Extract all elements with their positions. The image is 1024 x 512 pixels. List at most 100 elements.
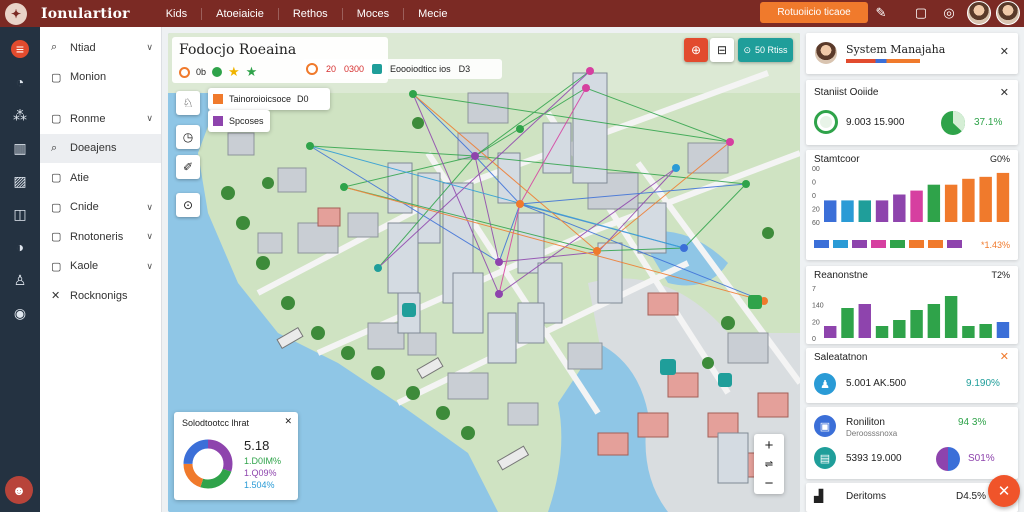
- bar: [962, 178, 975, 222]
- donut-value: 5.18: [244, 438, 270, 453]
- donut-line: 1.504%: [244, 480, 275, 490]
- top-nav-item[interactable]: Mecie: [403, 7, 461, 20]
- book-icon[interactable]: ▥: [11, 139, 29, 157]
- legend-swatch: [833, 240, 848, 248]
- calendar-icon: ▣: [814, 415, 836, 437]
- layers-icon[interactable]: ⊙: [176, 193, 200, 217]
- sidebar-item-ronme[interactable]: ▢ Ronme ∨: [40, 104, 161, 134]
- bar: [858, 304, 871, 338]
- compass-icon[interactable]: ◔: [11, 73, 29, 91]
- megaphone-icon[interactable]: ✎: [872, 4, 890, 22]
- legend-swatch: [871, 240, 886, 248]
- legend-value: D0: [297, 94, 309, 104]
- compass-logo-icon[interactable]: ✦: [5, 2, 27, 25]
- avatar: [814, 41, 838, 65]
- top-nav-item[interactable]: Moces: [341, 7, 403, 20]
- tool-icon[interactable]: ⇌: [765, 459, 773, 470]
- map-toolbar-button[interactable]: ⊙ 50 Rtiss: [738, 38, 793, 62]
- compass-icon[interactable]: ◷: [176, 125, 200, 149]
- bar: [996, 172, 1010, 222]
- star-icon: ★: [245, 64, 258, 79]
- sidebar-item-label: Atie: [70, 171, 89, 184]
- chat-icon[interactable]: ◎: [940, 4, 958, 22]
- legend-item[interactable]: Tainoroioicsoce D0: [208, 88, 330, 110]
- status-title: Staniist Ooiide: [814, 87, 879, 98]
- legend-swatch: [852, 240, 867, 248]
- bottom-title: Deritoms: [846, 491, 887, 502]
- sidebar-item-monion[interactable]: ▢ Monion: [40, 63, 161, 93]
- square-icon[interactable]: ▢: [912, 4, 930, 22]
- refresh-fab-button[interactable]: ✕: [988, 475, 1020, 507]
- close-icon[interactable]: ✕: [1000, 45, 1009, 58]
- legend-label: Spcoses: [229, 116, 264, 126]
- zoom-out-button[interactable]: −: [765, 475, 774, 492]
- legend-label: Tainoroioicsoce: [229, 94, 292, 104]
- network-icon[interactable]: ⁂: [11, 106, 29, 124]
- top-bar: ✦ Ionulartior Kids Atoeiaicie Rethos Moc…: [0, 0, 1024, 27]
- stat-value: 0b: [196, 67, 207, 77]
- avatar[interactable]: [967, 1, 991, 25]
- y-tick-label: 0: [812, 180, 816, 187]
- bar: [875, 326, 889, 338]
- donut-title: Solodtootcc lhrat: [182, 418, 250, 428]
- bar: [944, 296, 958, 338]
- sidebar-item-cnide[interactable]: ▢ Cnide ∨: [40, 193, 161, 223]
- ring-icon: [814, 110, 838, 134]
- y-tick-label: 0: [812, 193, 816, 200]
- close-icon: ✕: [51, 290, 61, 303]
- sidebar-item-ntiad[interactable]: ⌕ Ntiad ∨: [40, 33, 161, 63]
- bar: [962, 326, 975, 338]
- user-icon[interactable]: ♙: [11, 271, 29, 289]
- map-title: Fodocjo Roeaina: [179, 42, 297, 58]
- status-pie: [941, 111, 965, 135]
- avatar[interactable]: [996, 1, 1020, 25]
- sidebar-item-kaole[interactable]: ▢ Kaole ∨: [40, 252, 161, 282]
- square-icon: ▢: [51, 201, 62, 214]
- close-icon[interactable]: ✕: [284, 416, 292, 427]
- top-nav-item[interactable]: Rethos: [277, 7, 342, 20]
- close-icon[interactable]: ✕: [1000, 86, 1009, 99]
- box-icon[interactable]: ◫: [11, 205, 29, 223]
- legend-item[interactable]: Spcoses: [208, 110, 270, 132]
- sidebar-item-doeajens[interactable]: ⌕ Doeajens: [40, 133, 161, 163]
- bar: [858, 200, 871, 222]
- save-icon[interactable]: ⊟: [710, 38, 734, 62]
- dot-icon: [212, 67, 223, 77]
- y-tick-label: 20: [812, 319, 820, 326]
- sidebar-item-label: Kaole: [70, 260, 99, 273]
- zoom-in-button[interactable]: +: [765, 437, 774, 454]
- rot-pct2: S01%: [968, 453, 995, 464]
- status-pct: 37.1%: [974, 117, 1003, 128]
- user-avatar-icon[interactable]: ☻: [5, 476, 33, 504]
- system-title: System Manajaha: [846, 43, 946, 56]
- bottom-pct: D4.5%: [956, 491, 987, 502]
- sub-panel: Saleatatnon ✕ ♟ 5.001 AK.500 9.190%: [806, 348, 1018, 403]
- y-tick-label: 20: [812, 207, 820, 214]
- y-tick-label: 140: [812, 303, 824, 310]
- close-icon[interactable]: ✕: [1000, 350, 1009, 363]
- donut-line: 1.D0IM%: [244, 456, 282, 466]
- sub-pct: 9.190%: [966, 378, 1000, 389]
- bar: [910, 190, 923, 222]
- gauge-icon[interactable]: ◑: [11, 238, 29, 256]
- square-icon: ▢: [51, 172, 62, 185]
- sidebar-item-rocknonigs[interactable]: ✕ Rocknonigs: [40, 281, 161, 311]
- pencil-icon[interactable]: ✐: [176, 155, 200, 179]
- draw-icon[interactable]: ♘: [176, 91, 200, 115]
- square-icon: ▢: [51, 231, 62, 244]
- sidebar-item-rnotoneris[interactable]: ▢ Rnotoneris ∨: [40, 222, 161, 252]
- y-tick-label: 00: [812, 166, 820, 173]
- bar: [910, 310, 923, 338]
- alert-icon[interactable]: ⊕: [684, 38, 708, 62]
- pie-icon: [936, 447, 960, 471]
- map-stats-bar: 20 0300 Eoooiodticc ios D3: [302, 59, 502, 79]
- top-cta-button[interactable]: Rotuoiicio ticaoe: [760, 2, 868, 23]
- menu-icon[interactable]: ≡: [11, 40, 29, 58]
- top-nav-item[interactable]: Kids: [152, 8, 201, 20]
- globe-icon[interactable]: ◉: [11, 304, 29, 322]
- sidebar-item-label: Rocknonigs: [70, 289, 128, 302]
- top-nav-item[interactable]: Atoeiaicie: [201, 7, 278, 20]
- sidebar-item-atie[interactable]: ▢ Atie: [40, 163, 161, 193]
- image-icon[interactable]: ▨: [11, 172, 29, 190]
- city-map[interactable]: Fodocjo Roeaina 0b ★ ★ 20 0300 Eoooiodti…: [168, 33, 800, 512]
